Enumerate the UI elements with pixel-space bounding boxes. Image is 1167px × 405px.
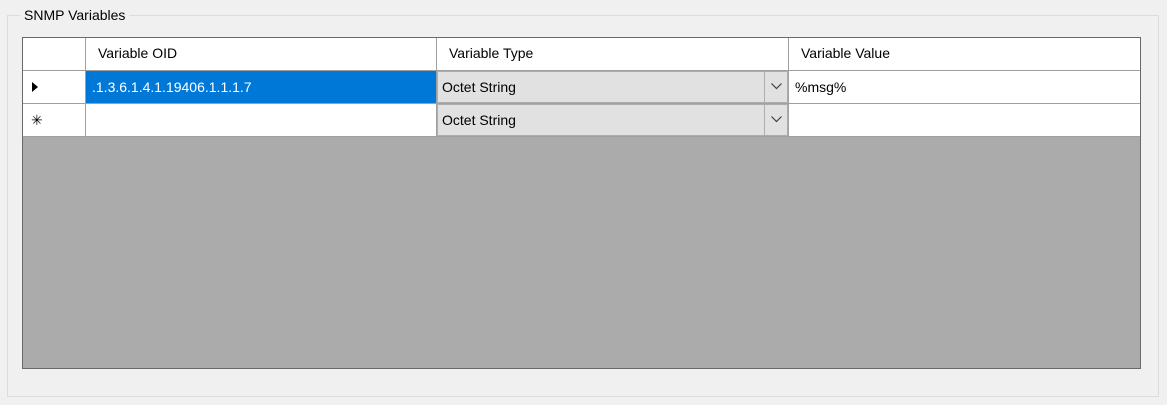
column-header-value[interactable]: Variable Value xyxy=(789,38,1140,71)
dropdown-button[interactable] xyxy=(764,105,787,135)
variable-type-value: Octet String xyxy=(442,112,516,128)
table-row-new[interactable]: ✳ Octet String xyxy=(23,104,1140,137)
value-cell[interactable]: %msg% xyxy=(789,71,1140,104)
row-header-corner[interactable] xyxy=(23,38,86,71)
chevron-down-icon xyxy=(771,83,782,90)
variable-type-value: Octet String xyxy=(442,79,516,95)
row-header[interactable] xyxy=(23,71,86,104)
row-header[interactable]: ✳ xyxy=(23,104,86,137)
oid-cell[interactable]: .1.3.6.1.4.1.19406.1.1.1.7 xyxy=(86,71,437,104)
dropdown-button[interactable] xyxy=(764,72,787,102)
grid-header-row: Variable OID Variable Type Variable Valu… xyxy=(23,38,1140,71)
variable-type-dropdown[interactable]: Octet String xyxy=(437,71,788,103)
column-header-oid[interactable]: Variable OID xyxy=(86,38,437,71)
oid-cell[interactable] xyxy=(86,104,437,137)
asterisk-icon: ✳ xyxy=(31,112,43,128)
groupbox-title: SNMP Variables xyxy=(20,7,130,24)
type-cell[interactable]: Octet String xyxy=(437,104,789,137)
table-row[interactable]: .1.3.6.1.4.1.19406.1.1.1.7 Octet String … xyxy=(23,71,1140,104)
snmp-variables-grid[interactable]: Variable OID Variable Type Variable Valu… xyxy=(22,37,1141,369)
variable-type-dropdown[interactable]: Octet String xyxy=(437,104,788,136)
triangle-right-icon xyxy=(32,82,38,92)
column-header-type[interactable]: Variable Type xyxy=(437,38,789,71)
type-cell[interactable]: Octet String xyxy=(437,71,789,104)
value-cell[interactable] xyxy=(789,104,1140,137)
chevron-down-icon xyxy=(771,116,782,123)
grid-empty-area xyxy=(23,137,1140,368)
